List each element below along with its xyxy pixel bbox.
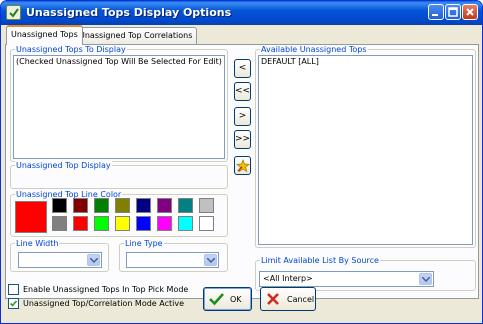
close-icon	[267, 293, 279, 305]
cancel-button[interactable]: Cancel	[260, 287, 316, 311]
tops-list-hint: (Checked Unassigned Top Will Be Selected…	[16, 57, 222, 66]
chevron-down-icon	[90, 258, 98, 263]
correlation-mode-checkbox[interactable]	[8, 298, 19, 309]
ok-button[interactable]: OK	[203, 287, 252, 311]
tab-unassigned-top-correlations[interactable]: Unassigned Top Correlations	[74, 27, 198, 44]
window-title: Unassigned Tops Display Options	[26, 6, 232, 19]
move-right-button[interactable]: >	[234, 107, 251, 126]
line-width-label: Line Width	[15, 239, 60, 248]
color-swatch[interactable]	[178, 198, 193, 213]
color-swatch[interactable]	[136, 198, 151, 213]
color-swatch[interactable]	[115, 216, 130, 231]
selected-color-swatch[interactable]	[15, 201, 47, 233]
color-swatch[interactable]	[52, 216, 67, 231]
dialog-window: Unassigned Tops Display Options Unassign…	[0, 0, 483, 324]
checkmark-icon	[9, 300, 18, 307]
available-tops-list[interactable]: DEFAULT [ALL]	[258, 55, 473, 245]
color-swatch[interactable]	[199, 198, 214, 213]
limit-source-label: Limit Available List By Source	[260, 256, 380, 265]
list-item[interactable]: DEFAULT [ALL]	[261, 57, 319, 66]
color-swatch[interactable]	[94, 198, 109, 213]
tops-to-display-group: Unassigned Tops To Display (Checked Unas…	[10, 45, 228, 162]
cancel-label: Cancel	[287, 295, 315, 304]
line-width-select[interactable]	[18, 252, 102, 268]
color-swatch[interactable]	[157, 198, 172, 213]
color-swatch[interactable]	[136, 216, 151, 231]
title-bar[interactable]: Unassigned Tops Display Options	[1, 1, 482, 25]
app-check-icon	[6, 5, 21, 20]
color-swatch[interactable]	[73, 198, 88, 213]
minimize-icon	[432, 14, 438, 16]
tab-unassigned-tops[interactable]: Unassigned Tops	[6, 25, 83, 45]
enable-pick-mode-checkbox[interactable]	[8, 284, 19, 295]
maximize-button[interactable]	[445, 4, 461, 20]
top-display-label: Unassigned Top Display	[15, 161, 112, 170]
dialog-client: Unassigned Tops Unassigned Top Correlati…	[4, 25, 481, 322]
limit-source-dropdown-button[interactable]	[419, 273, 432, 285]
limit-source-value: <All Interp>	[263, 274, 313, 283]
line-type-label: Line Type	[124, 239, 164, 248]
maximize-icon	[448, 7, 458, 17]
checkmark-icon	[209, 293, 224, 306]
color-swatch[interactable]	[52, 198, 67, 213]
available-tops-group: Available Unassigned Tops DEFAULT [ALL]	[255, 45, 476, 248]
enable-pick-mode-label[interactable]: Enable Unassigned Tops In Top Pick Mode	[23, 285, 188, 294]
tops-to-display-label: Unassigned Tops To Display	[15, 45, 127, 54]
move-left-button[interactable]: <	[234, 59, 251, 78]
limit-source-select[interactable]: <All Interp>	[259, 271, 434, 287]
chevron-down-icon	[422, 277, 430, 282]
color-swatch[interactable]	[115, 198, 130, 213]
move-all-left-button[interactable]: <<	[234, 82, 251, 101]
line-width-dropdown-button[interactable]	[87, 254, 100, 266]
star-edit-icon	[236, 159, 250, 173]
ok-label: OK	[230, 295, 242, 304]
line-type-dropdown-button[interactable]	[204, 254, 217, 266]
chevron-down-icon	[207, 258, 215, 263]
top-display-group: Unassigned Top Display	[10, 161, 228, 189]
color-swatch[interactable]	[94, 216, 109, 231]
color-swatch[interactable]	[178, 216, 193, 231]
color-swatch[interactable]	[199, 216, 214, 231]
line-type-group: Line Type	[119, 239, 228, 272]
tab-panel: Unassigned Tops To Display (Checked Unas…	[5, 44, 479, 299]
close-icon	[466, 8, 474, 16]
color-swatch[interactable]	[157, 216, 172, 231]
move-all-right-button[interactable]: >>	[234, 130, 251, 149]
correlation-mode-label[interactable]: Unassigned Top/Correlation Mode Active	[23, 299, 184, 308]
star-edit-button[interactable]	[234, 156, 251, 175]
line-width-group: Line Width	[10, 239, 109, 272]
available-tops-label: Available Unassigned Tops	[260, 45, 368, 54]
close-button[interactable]	[462, 4, 478, 20]
tops-to-display-list[interactable]: (Checked Unassigned Top Will Be Selected…	[13, 55, 225, 159]
color-swatch[interactable]	[73, 216, 88, 231]
line-color-group: Unassigned Top Line Color	[10, 190, 228, 237]
minimize-button[interactable]	[428, 4, 444, 20]
line-type-select[interactable]	[126, 252, 219, 268]
